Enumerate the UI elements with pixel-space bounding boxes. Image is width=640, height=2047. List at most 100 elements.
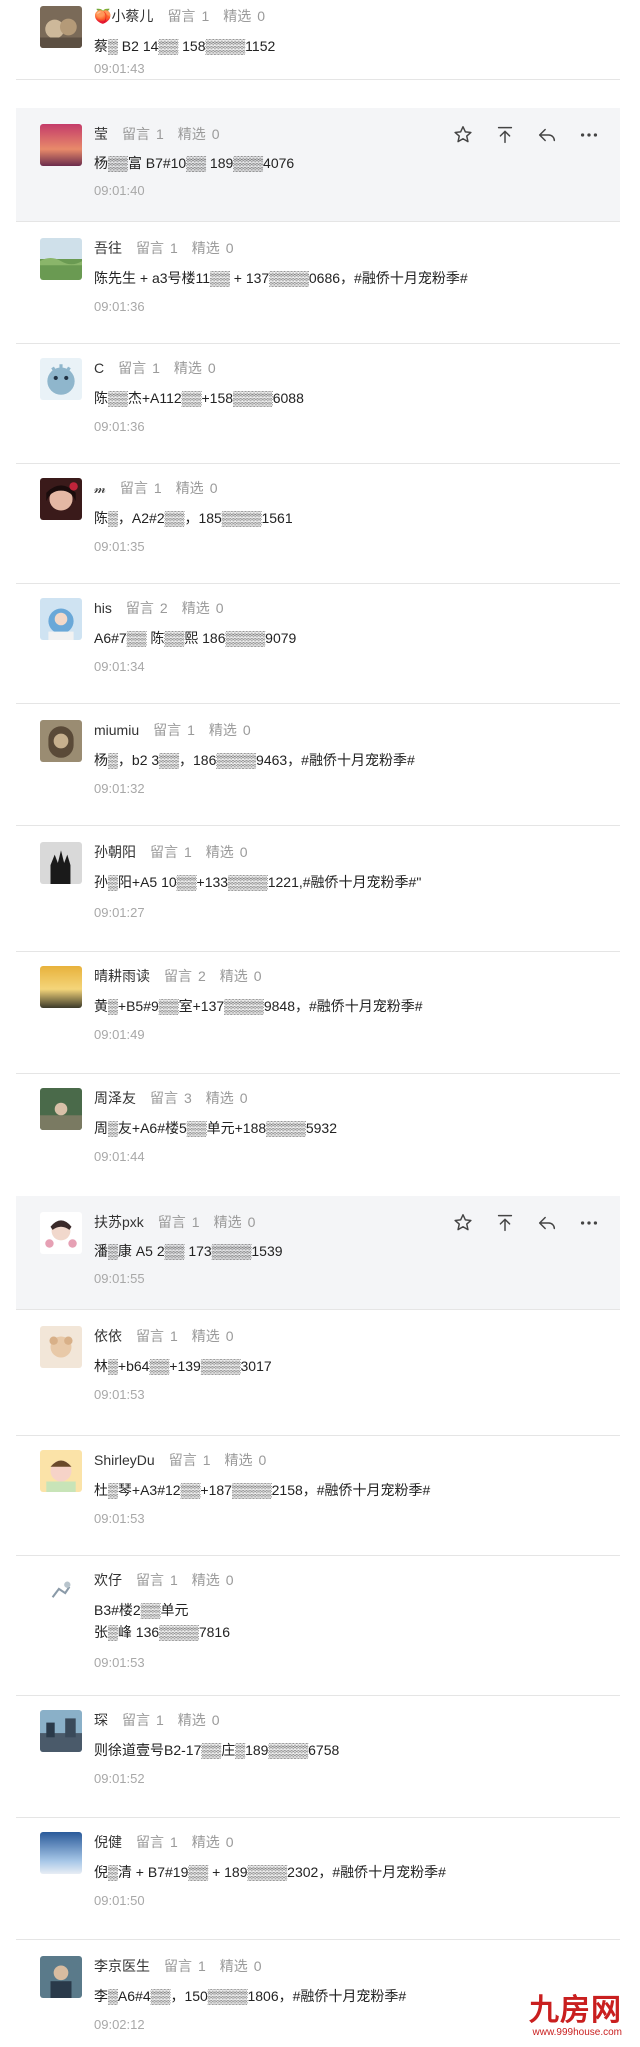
comment-text: A6#7▒▒ 陈▒▒熙 186▒▒▒▒9079	[94, 630, 297, 646]
avatar[interactable]	[40, 1450, 82, 1492]
featured-count: 精选 0	[205, 844, 248, 860]
comment-actions	[452, 124, 600, 146]
nickname[interactable]: 依依	[94, 1328, 122, 1344]
comment-row: 孙朝阳 留言 1 精选 0 孙▒阳+A5 10▒▒+133▒▒▒▒1221,#融侨十月宠…	[16, 836, 620, 952]
nickname[interactable]: his	[94, 600, 112, 616]
comment-row: 琛留言 1 精选 0 则徐道壹号B2-17▒▒庄▒189▒▒▒▒6758 09:01:…	[16, 1704, 620, 1818]
reply-icon[interactable]	[536, 1212, 558, 1234]
featured-count: 精选 0	[213, 1214, 256, 1230]
nickname[interactable]: 𝓂	[94, 480, 106, 496]
comment-row: miumiu 留言 1 精选 0 杨▒，b2 3▒▒，186▒▒▒▒9463，#融侨十月…	[16, 714, 620, 826]
comment-time: 09:01:55	[94, 1271, 145, 1286]
divider	[16, 1309, 620, 1310]
featured-count: 精选 0	[177, 1712, 220, 1728]
comment-count: 留言 1	[122, 126, 164, 142]
avatar[interactable]	[40, 124, 82, 166]
divider	[16, 221, 620, 222]
avatar[interactable]	[40, 1956, 82, 1998]
watermark: 九房网 www.999house.com	[529, 1995, 622, 2039]
comment-row: 莹留言 1 精选 0 杨▒▒富 B7#10▒▒ 189▒▒▒4076 09:01:40	[16, 108, 620, 222]
comment-count: 留言 1	[164, 1958, 206, 1974]
nickname[interactable]: 小蔡儿	[111, 8, 153, 24]
nickname[interactable]: 倪健	[94, 1834, 122, 1850]
comment-time: 09:01:40	[94, 183, 145, 198]
avatar[interactable]	[40, 598, 82, 640]
divider	[16, 343, 620, 344]
comment-time: 09:02:12	[94, 2017, 145, 2032]
nickname[interactable]: 琛	[94, 1712, 108, 1728]
divider	[16, 1939, 620, 1940]
comment-row: ShirleyDu 留言 1 精选 0 杜▒琴+A3#12▒▒+187▒▒▒▒2158，…	[16, 1444, 620, 1556]
comment-text: 杨▒，b2 3▒▒，186▒▒▒▒9463，#融侨十月宠粉季#	[94, 752, 415, 768]
featured-count: 精选 0	[224, 1452, 267, 1468]
comment-text: 林▒+b64▒▒+139▒▒▒▒3017	[94, 1358, 272, 1374]
nickname[interactable]: 晴耕雨读	[94, 968, 150, 984]
comment-row: 倪健 留言 1 精选 0 倪▒清 + B7#19▒▒ + 189▒▒▒▒2302，#融侨…	[16, 1826, 620, 1940]
featured-count: 精选 0	[191, 240, 234, 256]
avatar[interactable]	[40, 1710, 82, 1752]
avatar[interactable]	[40, 1832, 82, 1874]
nickname[interactable]: 孙朝阳	[94, 844, 136, 860]
comment-time: 09:01:36	[94, 419, 145, 434]
star-icon[interactable]	[452, 1212, 474, 1234]
featured-count: 精选 0	[219, 968, 262, 984]
comment-text: 陈▒▒杰+A112▒▒+158▒▒▒▒6088	[94, 390, 304, 406]
avatar[interactable]	[40, 238, 82, 280]
nickname[interactable]: C	[94, 360, 104, 376]
more-icon[interactable]	[578, 1212, 600, 1234]
featured-count: 精选 0	[223, 8, 266, 24]
avatar[interactable]	[40, 1326, 82, 1368]
comment-row: C 留言 1 精选 0 陈▒▒杰+A112▒▒+158▒▒▒▒6088 09:01:36	[16, 352, 620, 464]
comment-count: 留言 2	[125, 600, 168, 616]
divider	[16, 463, 620, 464]
nickname[interactable]: ShirleyDu	[94, 1452, 155, 1468]
nickname[interactable]: 吾往	[94, 240, 122, 256]
more-icon[interactable]	[578, 124, 600, 146]
divider	[16, 1073, 620, 1074]
comment-feed: 🍑小蔡儿 留言 1 精选 0 蔡▒ B2 14▒▒ 158▒▒▒▒1152 09:01:…	[0, 0, 640, 2047]
comment-text: B3#楼2▒▒单元 张▒峰 136▒▒▒▒7816	[94, 1599, 230, 1643]
comment-text: 则徐道壹号B2-17▒▒庄▒189▒▒▒▒6758	[94, 1742, 340, 1758]
comment-text: 潘▒康 A5 2▒▒ 173▒▒▒▒1539	[94, 1243, 283, 1259]
star-icon[interactable]	[452, 124, 474, 146]
comment-time: 09:01:53	[94, 1387, 145, 1402]
comment-count: 留言 1	[153, 722, 195, 738]
comment-time: 09:01:50	[94, 1893, 145, 1908]
pin-top-icon[interactable]	[494, 124, 516, 146]
featured-count: 精选 0	[175, 480, 218, 496]
nickname[interactable]: miumiu	[94, 722, 139, 738]
divider	[16, 951, 620, 952]
avatar[interactable]	[40, 1570, 82, 1612]
featured-count: 精选 0	[191, 1328, 234, 1344]
comment-text: 李▒A6#4▒▒，150▒▒▒▒1806，#融侨十月宠粉季#	[94, 1988, 407, 2004]
featured-count: 精选 0	[177, 126, 220, 142]
comment-count: 留言 1	[119, 480, 162, 496]
avatar[interactable]	[40, 6, 82, 48]
nickname[interactable]: 莹	[94, 126, 108, 142]
comment-time: 09:01:49	[94, 1027, 145, 1042]
nickname[interactable]: 周泽友	[94, 1090, 136, 1106]
featured-count: 精选 0	[205, 1090, 248, 1106]
comment-text: 黄▒+B5#9▒▒室+137▒▒▒▒9848，#融侨十月宠粉季#	[94, 998, 423, 1014]
nickname[interactable]: 李京医生	[94, 1958, 150, 1974]
avatar[interactable]	[40, 1088, 82, 1130]
featured-count: 精选 0	[173, 360, 216, 376]
avatar[interactable]	[40, 842, 82, 884]
avatar[interactable]	[40, 358, 82, 400]
nickname[interactable]: 扶苏pxk	[94, 1214, 144, 1230]
avatar[interactable]	[40, 1212, 82, 1254]
comment-text: 杜▒琴+A3#12▒▒+187▒▒▒▒2158，#融侨十月宠粉季#	[94, 1482, 431, 1498]
comment-time: 09:01:44	[94, 1149, 145, 1164]
avatar[interactable]	[40, 966, 82, 1008]
comment-time: 09:01:36	[94, 299, 145, 314]
avatar[interactable]	[40, 720, 82, 762]
divider	[16, 1435, 620, 1436]
divider	[16, 583, 620, 584]
reply-icon[interactable]	[536, 124, 558, 146]
comment-text: 陈▒，A2#2▒▒，185▒▒▒▒1561	[94, 510, 293, 526]
comment-count: 留言 1	[136, 1834, 178, 1850]
avatar[interactable]	[40, 478, 82, 520]
nickname[interactable]: 欢仔	[94, 1572, 122, 1588]
comment-count: 留言 1	[118, 360, 160, 376]
pin-top-icon[interactable]	[494, 1212, 516, 1234]
